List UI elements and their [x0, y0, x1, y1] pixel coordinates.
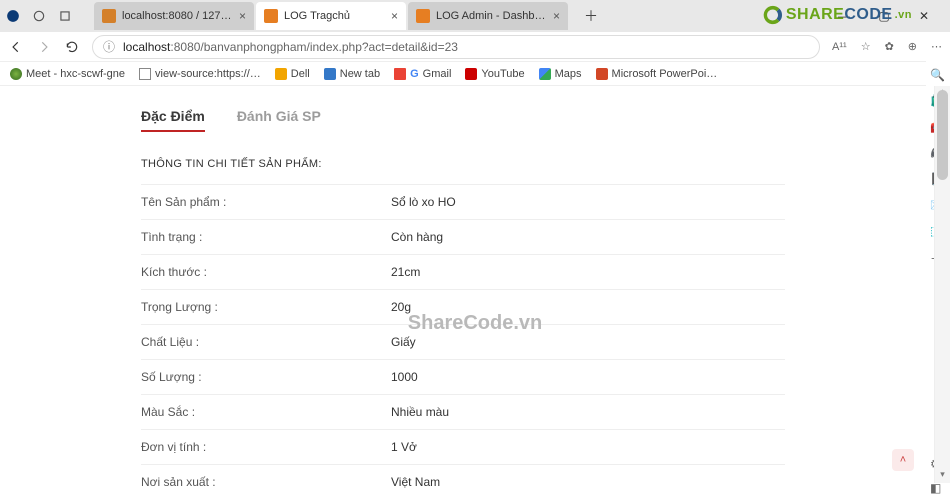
spec-label: Trọng Lượng :: [141, 300, 391, 314]
bookmark-label: view-source:https://…: [155, 68, 261, 80]
bookmark-favicon: [394, 68, 406, 80]
spec-row: Kích thước : 21cm: [141, 254, 785, 289]
spec-label: Kích thước :: [141, 265, 391, 279]
tab-actions-icon[interactable]: [56, 7, 74, 25]
browser-tab[interactable]: localhost:8080 / 127.0.0.1 | phpM ×: [94, 2, 254, 30]
spec-row: Tình trạng : Còn hàng: [141, 219, 785, 254]
extensions-icon[interactable]: ✿: [885, 40, 894, 53]
spec-row: Đơn vị tính : 1 Vở: [141, 429, 785, 464]
spec-row: Màu Sắc : Nhiều màu: [141, 394, 785, 429]
bookmark-label: Maps: [555, 68, 582, 80]
favorite-icon[interactable]: ☆: [861, 40, 871, 53]
bookmark-item[interactable]: Dell: [275, 68, 310, 80]
spec-row: Tên Sản phẩm : Sổ lò xo HO: [141, 184, 785, 219]
bookmark-favicon: [539, 68, 551, 80]
bookmarks-bar: Meet - hxc-scwf-gne view-source:https://……: [0, 62, 950, 86]
spec-value: Còn hàng: [391, 230, 785, 244]
scroll-down-arrow[interactable]: ▾: [935, 469, 950, 483]
read-aloud-icon[interactable]: A¹¹: [832, 41, 847, 53]
spec-value: Nhiều màu: [391, 405, 785, 419]
profile-icon[interactable]: [4, 7, 22, 25]
forward-button[interactable]: [36, 39, 52, 55]
bookmark-item[interactable]: Microsoft PowerPoi…: [596, 68, 718, 80]
tab-favicon: [264, 9, 278, 23]
spec-value: 21cm: [391, 265, 785, 279]
spec-value: Sổ lò xo HO: [391, 195, 785, 209]
workspace-icon[interactable]: [30, 7, 48, 25]
spec-label: Số Lượng :: [141, 370, 391, 384]
spec-label: Màu Sắc :: [141, 405, 391, 419]
bookmark-label: YouTube: [481, 68, 524, 80]
spec-value: 1000: [391, 370, 785, 384]
tab-label: LOG Tragchủ: [284, 10, 385, 22]
watermark-logo: SHARECODE.vn: [762, 4, 912, 26]
tab-favicon: [102, 9, 116, 23]
section-heading: THÔNG TIN CHI TIẾT SẢN PHẨM:: [141, 158, 785, 170]
tab-close-icon[interactable]: ×: [239, 9, 246, 23]
watermark-center: ShareCode.vn: [408, 312, 542, 335]
spec-row: Số Lượng : 1000: [141, 359, 785, 394]
spec-value: Việt Nam: [391, 475, 785, 489]
tab-close-icon[interactable]: ×: [391, 9, 398, 23]
bookmark-label: Meet - hxc-scwf-gne: [26, 68, 125, 80]
tab-features[interactable]: Đặc Điểm: [141, 108, 205, 132]
bookmark-favicon: [596, 68, 608, 80]
spec-label: Tình trạng :: [141, 230, 391, 244]
close-window-button[interactable]: ✕: [910, 4, 938, 28]
address-bar: ⓘ localhost:8080/banvanphongpham/index.p…: [0, 32, 950, 62]
bookmark-item[interactable]: view-source:https://…: [139, 68, 261, 80]
bookmark-favicon: [10, 68, 22, 80]
bookmark-favicon: [324, 68, 336, 80]
scroll-to-top-button[interactable]: ˄: [892, 449, 914, 471]
spec-label: Chất Liệu :: [141, 335, 391, 349]
site-info-icon[interactable]: ⓘ: [103, 38, 115, 55]
bookmark-item[interactable]: Maps: [539, 68, 582, 80]
refresh-button[interactable]: [64, 39, 80, 55]
spec-label: Nơi sản xuất :: [141, 475, 391, 489]
tab-label: LOG Admin - Dashboard: [436, 10, 547, 22]
sidebar-search-icon[interactable]: 🔍: [930, 68, 946, 84]
spec-value: 1 Vở: [391, 440, 785, 454]
spec-label: Tên Sản phẩm :: [141, 195, 391, 209]
menu-icon[interactable]: ⋯: [931, 40, 942, 53]
page-viewport: Đặc Điểm Đánh Giá SP THÔNG TIN CHI TIẾT …: [0, 86, 926, 503]
scroll-thumb[interactable]: [937, 90, 948, 180]
browser-tab[interactable]: LOG Admin - Dashboard ×: [408, 2, 568, 30]
spec-table: Tên Sản phẩm : Sổ lò xo HOTình trạng : C…: [141, 184, 785, 499]
url-path: :8080/banvanphongpham/index.php?act=deta…: [170, 40, 458, 54]
spec-row: Nơi sản xuất : Việt Nam: [141, 464, 785, 499]
tab-close-icon[interactable]: ×: [553, 9, 560, 23]
collections-icon[interactable]: ⊕: [908, 40, 917, 53]
bookmark-label: Gmail: [423, 68, 452, 80]
tab-reviews[interactable]: Đánh Giá SP: [237, 108, 321, 130]
sidebar-collapse-icon[interactable]: ◧: [930, 481, 946, 497]
vertical-scrollbar[interactable]: ▴ ▾: [934, 86, 950, 483]
spec-value: Giấy: [391, 335, 785, 349]
bookmark-item[interactable]: Meet - hxc-scwf-gne: [10, 68, 125, 80]
spec-label: Đơn vị tính :: [141, 440, 391, 454]
bookmark-label: Microsoft PowerPoi…: [612, 68, 718, 80]
bookmark-item[interactable]: G Gmail: [394, 68, 451, 80]
tab-favicon: [416, 9, 430, 23]
tab-label: localhost:8080 / 127.0.0.1 | phpM: [122, 10, 233, 22]
bookmark-item[interactable]: New tab: [324, 68, 380, 80]
bookmark-label: Dell: [291, 68, 310, 80]
new-tab-button[interactable]: ＋: [578, 3, 604, 29]
product-tabs: Đặc Điểm Đánh Giá SP: [141, 108, 785, 132]
bookmark-favicon: [465, 68, 477, 80]
bookmark-favicon: [139, 68, 151, 80]
product-detail-card: Đặc Điểm Đánh Giá SP THÔNG TIN CHI TIẾT …: [113, 86, 813, 503]
bookmark-label: New tab: [340, 68, 380, 80]
url-host: localhost: [123, 40, 170, 54]
back-button[interactable]: [8, 39, 24, 55]
bookmark-favicon: [275, 68, 287, 80]
browser-tabs: localhost:8080 / 127.0.0.1 | phpM × LOG …: [94, 2, 570, 30]
browser-tab[interactable]: LOG Tragchủ ×: [256, 2, 406, 30]
bookmark-item[interactable]: YouTube: [465, 68, 524, 80]
url-input[interactable]: ⓘ localhost:8080/banvanphongpham/index.p…: [92, 35, 820, 59]
